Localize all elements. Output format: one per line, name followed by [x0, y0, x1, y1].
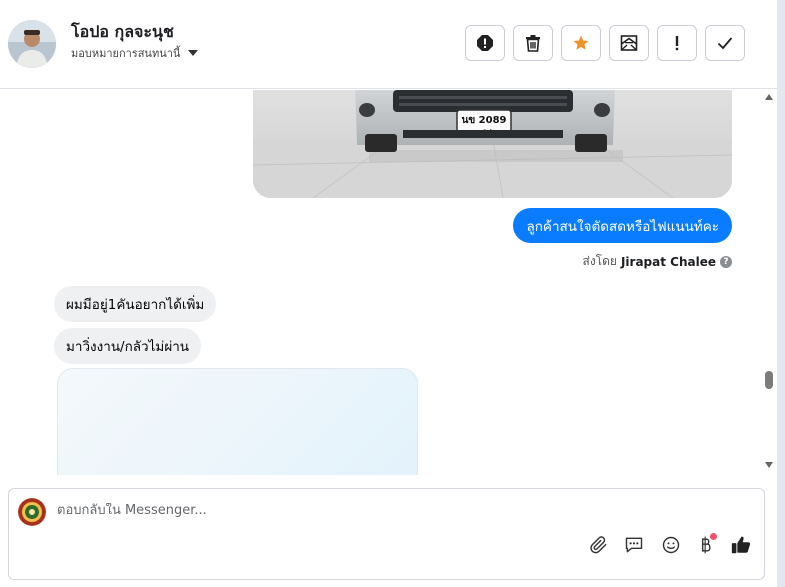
mark-done-button[interactable]: [705, 25, 745, 61]
sent-by-name: Jirapat Chalee: [620, 254, 716, 269]
window-edge: [777, 0, 785, 587]
sent-by-prefix: ส่งโดย: [582, 254, 617, 268]
important-icon: [674, 35, 680, 51]
payment-button[interactable]: [695, 533, 717, 558]
like-icon: [730, 534, 752, 560]
spam-icon: [476, 34, 494, 52]
conversation-header: โอปอ กุลจะนุช มอบหมายการสนทนานี้: [0, 0, 777, 89]
emoji-button[interactable]: [660, 536, 682, 558]
star-icon: [572, 34, 590, 52]
outgoing-message[interactable]: ลูกค้าสนใจตัดสดหรือไฟแนนท์คะ: [513, 208, 732, 243]
thread-scrollbar[interactable]: [763, 90, 776, 475]
done-icon: [717, 36, 733, 50]
trash-icon: [525, 34, 541, 52]
plate-number: นข 2089: [462, 115, 507, 126]
saved-reply-icon: [624, 535, 644, 559]
contact-name: โอปอ กุลจะนุช: [71, 22, 174, 41]
conversation-panel: โอปอ กุลจะนุช มอบหมายการสนทนานี้ นข 2089…: [0, 0, 777, 587]
car-image-message[interactable]: นข 2089 หนองบัวลำภู: [253, 90, 732, 198]
mark-unread-icon: [620, 34, 638, 52]
image-message[interactable]: [57, 368, 418, 475]
emoji-icon: [661, 535, 681, 559]
notification-dot: [710, 533, 717, 540]
sent-by-line: ส่งโดย Jirapat Chalee ?: [582, 252, 732, 271]
mark-spam-button[interactable]: [465, 25, 505, 61]
reply-input[interactable]: [57, 503, 577, 518]
attach-icon: [589, 535, 609, 559]
message-thread: นข 2089 หนองบัวลำภู ลูกค้าสนใจตัดสดหรือไ…: [0, 90, 762, 475]
assign-conversation-dropdown[interactable]: มอบหมายการสนทนานี้: [71, 44, 199, 62]
scrollbar-thumb[interactable]: [765, 371, 773, 389]
mark-important-button[interactable]: [657, 25, 697, 61]
star-button[interactable]: [561, 25, 601, 61]
delete-button[interactable]: [513, 25, 553, 61]
saved-replies-button[interactable]: [623, 536, 645, 558]
caret-down-icon: [188, 50, 199, 56]
help-icon[interactable]: ?: [720, 255, 732, 268]
contact-avatar[interactable]: [8, 20, 56, 68]
reply-composer: [8, 488, 765, 580]
mark-unread-button[interactable]: [609, 25, 649, 61]
assign-label: มอบหมายการสนทนานี้: [71, 47, 181, 60]
page-avatar: [18, 498, 46, 526]
incoming-message[interactable]: มาวิ่งงาน/กลัวไม่ผ่าน: [54, 328, 202, 364]
scroll-up-icon[interactable]: [765, 94, 773, 100]
attach-button[interactable]: [588, 536, 610, 558]
scroll-down-icon[interactable]: [765, 462, 773, 468]
like-button[interactable]: [730, 536, 752, 558]
incoming-message[interactable]: ผมมีอยู่1คันอยากได้เพิ่ม: [54, 286, 217, 322]
